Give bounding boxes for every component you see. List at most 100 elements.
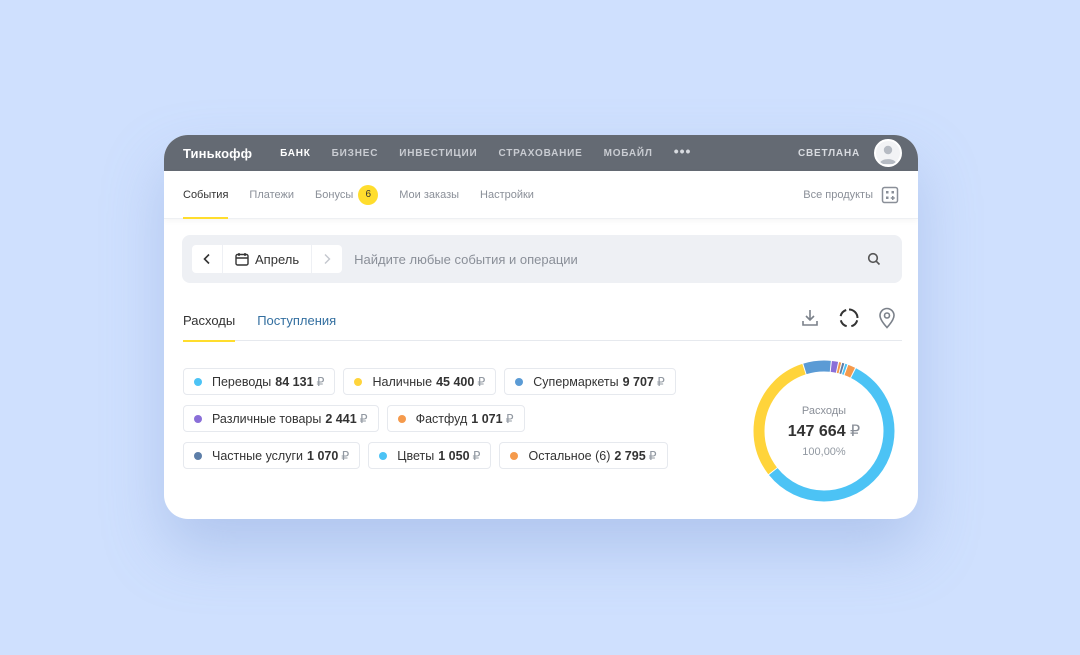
location-pin-icon [879,307,895,329]
category-name: Частные услуги [212,448,304,463]
category-amount: 1 071 [471,411,503,426]
bonuses-count-badge: 6 [358,184,379,205]
category-color-dot [194,377,202,386]
tab-events[interactable]: События [183,171,229,219]
category-color-dot [194,414,202,423]
search-bar: Апрель [182,235,902,283]
category-amount: 1 070 [307,448,339,463]
tinkoff-logo[interactable]: Тинькофф [183,146,252,161]
currency-sign: ₽ [505,412,514,426]
category-color-dot [397,414,406,423]
chip-row: Различные товары 2 441 ₽ Фастфуд 1 071 ₽ [183,405,728,432]
category-amount: 1 050 [438,448,470,463]
tab-payments[interactable]: Платежи [249,171,294,219]
all-products-link[interactable]: Все продукты [803,186,899,204]
category-color-dot [515,377,524,386]
all-products-label: Все продукты [803,188,873,201]
tab-settings-label: Настройки [480,188,534,201]
top-nav-insurance[interactable]: СТРАХОВАНИЕ [498,148,582,159]
chevron-left-icon [203,253,210,265]
currency-sign: ₽ [850,422,861,440]
currency-sign: ₽ [341,449,350,463]
category-chip-fastfood[interactable]: Фастфуд 1 071 ₽ [386,405,525,432]
top-nav-investments[interactable]: ИНВЕСТИЦИИ [399,148,477,159]
top-navigation-bar: Тинькофф БАНК БИЗНЕС ИНВЕСТИЦИИ СТРАХОВА… [164,135,918,171]
toolbar [800,307,896,334]
tab-bonuses-label: Бонусы [315,188,354,201]
category-name: Остальное (6) [528,448,611,463]
selected-month: Апрель [255,251,300,267]
tab-payments-label: Платежи [249,188,295,201]
tab-my-orders[interactable]: Мои заказы [399,171,459,219]
search-icon [867,252,881,266]
donut-chart-icon [839,308,859,328]
currency-sign: ₽ [359,412,368,426]
donut-label: Расходы [801,404,847,417]
products-grid-icon [881,186,899,203]
category-chip-cash[interactable]: Наличные 45 400 ₽ [343,368,497,395]
category-chip-transfers[interactable]: Переводы 84 131 ₽ [183,368,336,395]
username[interactable]: СВЕТЛАНА [798,148,860,159]
category-chip-various-goods[interactable]: Различные товары 2 441 ₽ [183,405,379,432]
category-amount: 2 441 [325,411,357,426]
download-icon [802,310,818,326]
currency-sign: ₽ [656,375,665,389]
avatar[interactable] [874,139,902,167]
operation-type-tabs: Расходы Поступления [183,301,902,342]
top-nav-bank[interactable]: БАНК [280,148,311,159]
events-card: Тинькофф БАНК БИЗНЕС ИНВЕСТИЦИИ СТРАХОВА… [164,135,918,519]
top-nav: БАНК БИЗНЕС ИНВЕСТИЦИИ СТРАХОВАНИЕ МОБАЙ… [280,143,691,159]
currency-sign: ₽ [477,375,486,389]
tab-my-orders-label: Мои заказы [399,188,460,201]
user-icon [879,145,897,164]
category-chip-flowers[interactable]: Цветы 1 050 ₽ [368,442,492,469]
previous-month-button[interactable] [192,245,222,273]
top-nav-business[interactable]: БИЗНЕС [332,148,379,159]
donut-percent: 100,00% [802,445,846,458]
category-color-dot [194,451,202,460]
category-color-dot [379,451,388,460]
category-color-dot [354,377,363,386]
category-chips: Переводы 84 131 ₽ Наличные 45 400 ₽ Супе… [183,368,728,479]
donut-total: 147 664 ₽ [788,421,860,441]
currency-sign: ₽ [472,449,481,463]
category-chip-other[interactable]: Остальное (6) 2 795 ₽ [499,442,668,469]
category-name: Наличные [372,374,433,389]
chip-row: Переводы 84 131 ₽ Наличные 45 400 ₽ Супе… [183,368,728,395]
search-button[interactable] [854,252,894,266]
category-name: Фастфуд [415,411,468,426]
total-amount: 147 664 [787,422,846,440]
tab-events-label: События [183,188,229,201]
category-name: Различные товары [212,411,322,426]
search-input[interactable] [354,251,854,267]
more-menu-button[interactable]: ••• [674,143,692,159]
chip-row: Частные услуги 1 070 ₽ Цветы 1 050 ₽ Ост… [183,442,728,469]
donut-view-button[interactable] [838,307,860,334]
category-color-dot [510,451,519,460]
currency-sign: ₽ [316,375,325,389]
category-chip-supermarkets[interactable]: Супермаркеты 9 707 ₽ [504,368,676,395]
map-view-button[interactable] [878,307,896,334]
month-selector[interactable]: Апрель [222,245,313,273]
tab-income[interactable]: Поступления [257,301,336,341]
next-month-button[interactable] [312,245,342,273]
category-name: Цветы [397,448,435,463]
section-tabs: События Платежи Бонусы 6 Мои заказы Наст… [164,171,918,219]
category-amount: 84 131 [275,374,314,389]
month-picker: Апрель [192,245,343,273]
tab-expenses[interactable]: Расходы [183,301,236,342]
category-amount: 2 795 [614,448,646,463]
category-name: Супермаркеты [533,374,619,389]
download-button[interactable] [800,308,820,333]
donut-summary: Расходы 147 664 ₽ 100,00% [752,359,896,503]
category-chip-private-services[interactable]: Частные услуги 1 070 ₽ [183,442,361,469]
currency-sign: ₽ [648,449,657,463]
top-nav-mobile[interactable]: МОБАЙЛ [604,148,653,159]
calendar-icon [235,253,249,266]
category-amount: 9 707 [622,374,654,389]
user-area: СВЕТЛАНА [798,139,902,167]
tab-settings[interactable]: Настройки [480,171,534,219]
chevron-right-icon [324,254,331,264]
category-name: Переводы [212,374,272,389]
tab-bonuses[interactable]: Бонусы 6 [315,171,379,219]
